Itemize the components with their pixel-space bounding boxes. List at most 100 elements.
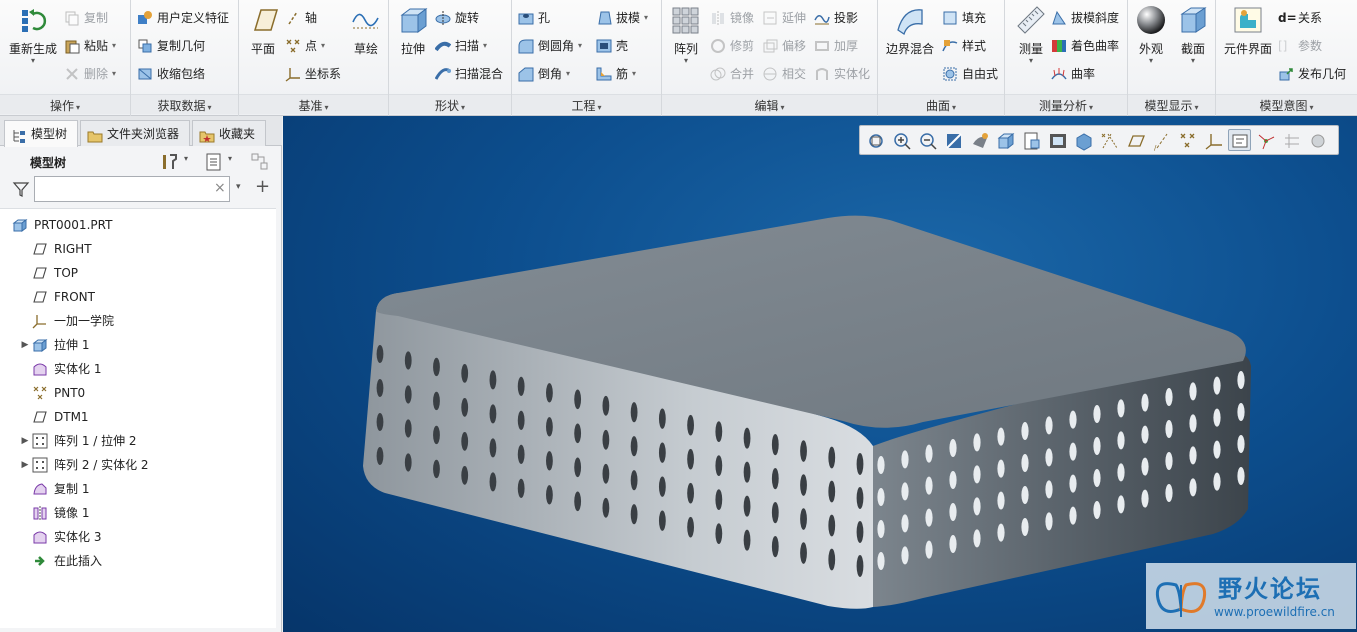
tree-item[interactable]: TOP bbox=[0, 261, 78, 285]
thicken-button[interactable]: 加厚 bbox=[814, 35, 858, 57]
mirror-button[interactable]: 镜像 bbox=[710, 7, 754, 29]
project-button[interactable]: 投影 bbox=[814, 7, 858, 29]
group-label-model-display[interactable]: 模型显示 ▾ bbox=[1128, 94, 1215, 114]
chevron-down-icon[interactable]: ▾ bbox=[578, 35, 582, 57]
merge-button[interactable]: 合并 bbox=[710, 63, 754, 85]
tree-item[interactable]: DTM1 bbox=[0, 405, 89, 429]
search-input[interactable] bbox=[34, 176, 230, 202]
round-button[interactable]: 倒圆角 ▾ bbox=[518, 35, 582, 57]
relations-button[interactable]: d= 关系 bbox=[1278, 7, 1322, 29]
draft-button[interactable]: 拔模 ▾ bbox=[596, 7, 648, 29]
chevron-down-icon[interactable]: ▾ bbox=[644, 7, 648, 29]
chevron-down-icon[interactable]: ▾ bbox=[566, 63, 570, 85]
chevron-down-icon[interactable]: ▾ bbox=[228, 154, 232, 163]
section-button[interactable]: 截面 ▾ bbox=[1174, 4, 1212, 65]
solidify-button[interactable]: 实体化 bbox=[814, 63, 870, 85]
saved-orientation-icon[interactable] bbox=[994, 129, 1017, 151]
extend-button[interactable]: 延伸 bbox=[762, 7, 806, 29]
cable-display-icon[interactable] bbox=[1280, 129, 1303, 151]
tree-item[interactable]: 实体化 1 bbox=[0, 357, 101, 381]
tree-item[interactable]: 复制 1 bbox=[0, 477, 89, 501]
boundary-blend-button[interactable]: 边界混合 bbox=[882, 4, 938, 57]
intersect-button[interactable]: 相交 bbox=[762, 63, 806, 85]
curvature-button[interactable]: 曲率 bbox=[1051, 63, 1095, 85]
expand-arrow-icon[interactable]: ▶ bbox=[18, 429, 32, 453]
plane-display-icon[interactable] bbox=[1124, 129, 1147, 151]
shading-icon[interactable] bbox=[968, 129, 991, 151]
chevron-down-icon[interactable]: ▾ bbox=[236, 182, 241, 192]
expand-arrow-icon[interactable]: ▶ bbox=[18, 453, 32, 477]
settings-tools-icon[interactable] bbox=[160, 152, 180, 172]
tree-item[interactable]: ▶ 拉伸 1 bbox=[0, 333, 89, 357]
hole-button[interactable]: 孔 bbox=[518, 7, 550, 29]
group-label-datum[interactable]: 基准 ▾ bbox=[239, 94, 388, 114]
copy-button[interactable]: 复制 bbox=[64, 7, 108, 29]
group-label-engineering[interactable]: 工程 ▾ bbox=[512, 94, 661, 114]
swept-blend-button[interactable]: 扫描混合 bbox=[434, 63, 503, 85]
sweep-button[interactable]: 扫描 ▾ bbox=[434, 35, 487, 57]
display-style-icon[interactable] bbox=[1072, 129, 1095, 151]
point-button[interactable]: 点 ▾ bbox=[285, 35, 325, 57]
add-filter-icon[interactable]: + bbox=[255, 176, 270, 197]
regenerate-button[interactable]: 重新生成 ▾ bbox=[6, 4, 60, 65]
point-display-icon[interactable] bbox=[1176, 129, 1199, 151]
tab-folder-browser[interactable]: 文件夹浏览器 bbox=[80, 120, 190, 146]
group-label-shapes[interactable]: 形状 ▾ bbox=[389, 94, 511, 114]
axis-display-icon[interactable]: / bbox=[1150, 129, 1173, 152]
annotation-display-icon[interactable] bbox=[1228, 129, 1251, 151]
group-label-operations[interactable]: 操作 ▾ bbox=[0, 94, 130, 114]
parameters-button[interactable]: [] 参数 bbox=[1278, 35, 1322, 57]
rib-button[interactable]: 筋 ▾ bbox=[596, 63, 636, 85]
tree-item[interactable]: 镜像 1 bbox=[0, 501, 89, 525]
draft-analysis-button[interactable]: 拔模斜度 bbox=[1051, 7, 1119, 29]
tree-item[interactable]: RIGHT bbox=[0, 237, 92, 261]
trim-button[interactable]: 修剪 bbox=[710, 35, 754, 57]
chevron-down-icon[interactable]: ▾ bbox=[321, 35, 325, 57]
shell-button[interactable]: 壳 bbox=[596, 35, 628, 57]
shade-curvature-button[interactable]: 着色曲率 bbox=[1051, 35, 1119, 57]
chevron-down-icon[interactable]: ▾ bbox=[1132, 57, 1170, 65]
3d-model-render[interactable] bbox=[283, 116, 1357, 632]
group-label-model-intent[interactable]: 模型意图 ▾ bbox=[1216, 94, 1357, 114]
pattern-button[interactable]: 阵列 ▾ bbox=[666, 4, 706, 65]
chevron-down-icon[interactable]: ▾ bbox=[666, 57, 706, 65]
tree-item[interactable]: 在此插入 bbox=[0, 549, 102, 573]
axis-button[interactable]: 轴 bbox=[285, 7, 317, 29]
group-label-analysis[interactable]: 测量分析 ▾ bbox=[1005, 94, 1127, 114]
repaint-icon[interactable] bbox=[942, 129, 965, 151]
paste-button[interactable]: 粘贴 ▾ bbox=[64, 35, 116, 57]
zoom-in-icon[interactable] bbox=[890, 129, 913, 151]
perspective-view-icon[interactable] bbox=[1046, 129, 1069, 151]
chevron-down-icon[interactable]: ▾ bbox=[6, 57, 60, 65]
appearance-button[interactable]: 外观 ▾ bbox=[1132, 4, 1170, 65]
chevron-down-icon[interactable]: ▾ bbox=[483, 35, 487, 57]
fill-button[interactable]: 填充 bbox=[942, 7, 986, 29]
graphics-viewport[interactable]: / 野火论坛 www.proewildfire.cn bbox=[283, 116, 1357, 632]
chevron-down-icon[interactable]: ▾ bbox=[632, 63, 636, 85]
zoom-out-icon[interactable] bbox=[916, 129, 939, 151]
spin-center-icon[interactable] bbox=[1254, 129, 1277, 151]
chamfer-button[interactable]: 倒角 ▾ bbox=[518, 63, 570, 85]
clear-search-icon[interactable]: × bbox=[214, 180, 226, 196]
style-button[interactable]: 样式 bbox=[942, 35, 986, 57]
offset-button[interactable]: 偏移 bbox=[762, 35, 806, 57]
tab-model-tree[interactable]: 模型树 bbox=[4, 120, 78, 147]
copy-geometry-button[interactable]: 复制几何 bbox=[137, 35, 205, 57]
tree-item[interactable]: PNT0 bbox=[0, 381, 85, 405]
csys-button[interactable]: 坐标系 bbox=[285, 63, 341, 85]
tree-item[interactable]: 实体化 3 bbox=[0, 525, 101, 549]
component-interface-button[interactable]: 元件界面 bbox=[1220, 4, 1276, 57]
csys-display-icon[interactable] bbox=[1202, 129, 1225, 151]
measure-button[interactable]: 测量 ▾ bbox=[1009, 4, 1053, 65]
freestyle-button[interactable]: 自由式 bbox=[942, 63, 998, 85]
tab-favorites[interactable]: 收藏夹 bbox=[192, 120, 266, 146]
refit-icon[interactable] bbox=[864, 129, 887, 151]
group-label-surfaces[interactable]: 曲面 ▾ bbox=[878, 94, 1004, 114]
group-label-get-data[interactable]: 获取数据 ▾ bbox=[131, 94, 238, 114]
expand-arrow-icon[interactable]: ▶ bbox=[18, 333, 32, 357]
extrude-button[interactable]: 拉伸 bbox=[393, 4, 433, 57]
udf-button[interactable]: 用户定义特征 bbox=[137, 7, 229, 29]
filter-funnel-icon[interactable] bbox=[12, 180, 30, 198]
tree-item[interactable]: ▶ 阵列 1 / 拉伸 2 bbox=[0, 429, 137, 453]
sketch-button[interactable]: 草绘 bbox=[349, 4, 383, 57]
